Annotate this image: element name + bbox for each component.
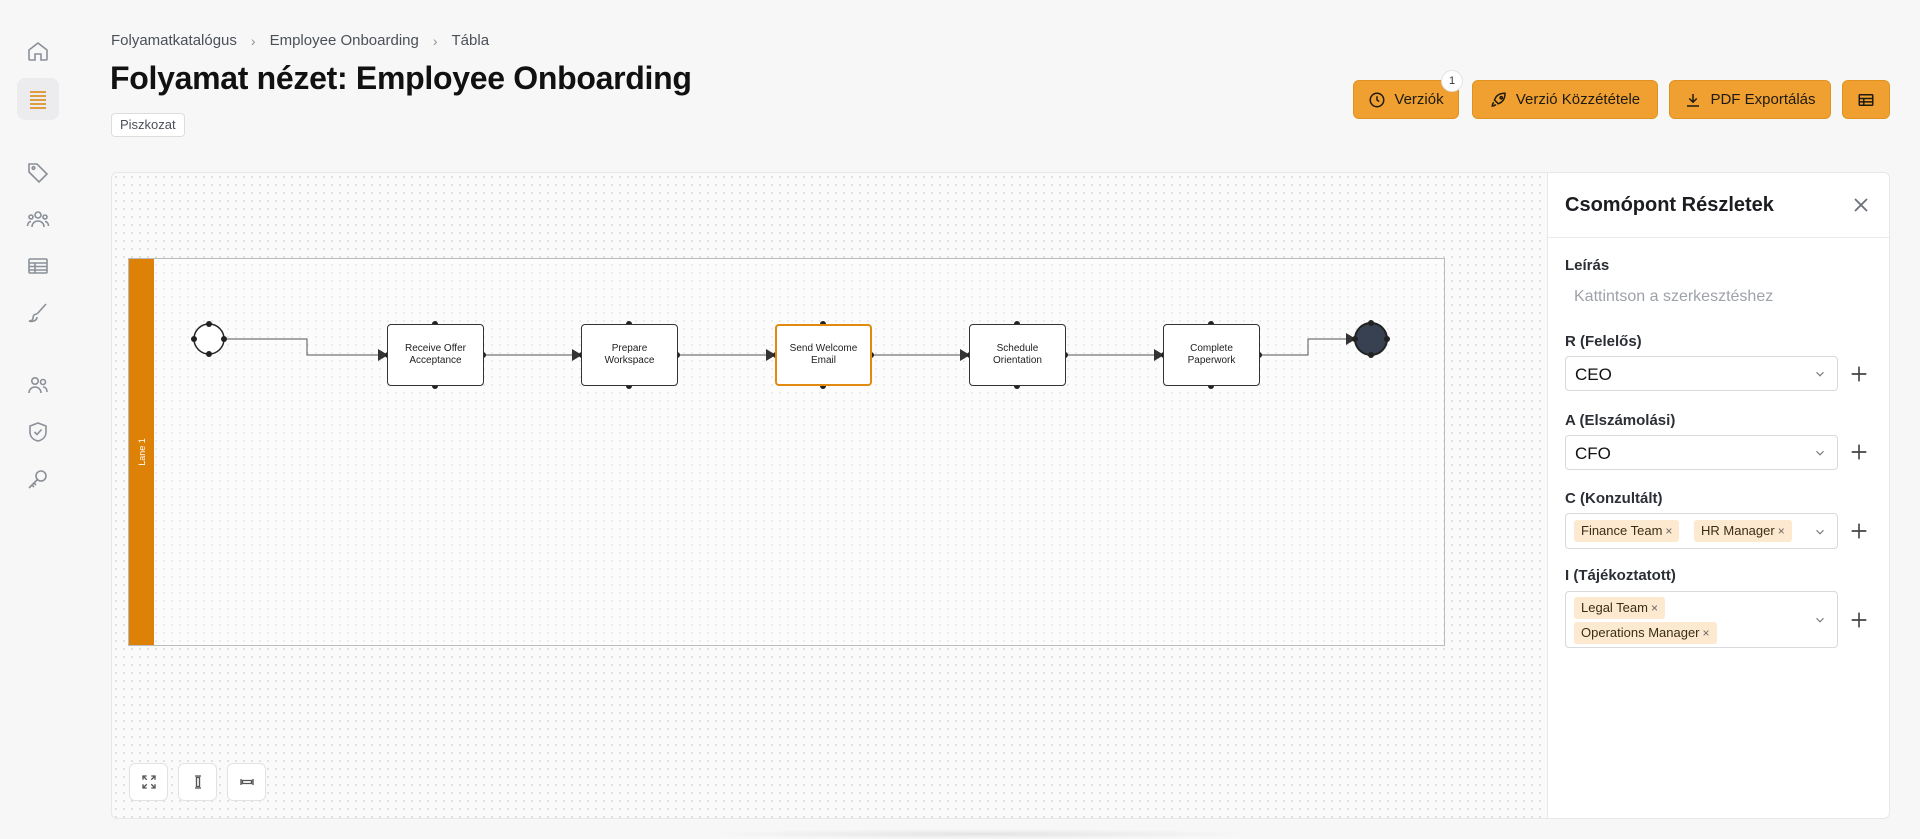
remove-tag-icon[interactable]: × [1651,601,1658,615]
page-title: Folyamat nézet: Employee Onboarding [110,60,692,96]
close-icon[interactable] [1849,193,1873,217]
export-label: PDF Exportálás [1710,91,1816,108]
task-node[interactable]: Receive Offer Acceptance [387,324,484,386]
sidebar [0,0,76,839]
shield-check-icon[interactable] [17,411,59,453]
chevron-right-icon: › [432,32,438,49]
plus-icon[interactable] [1848,520,1870,542]
publish-label: Verzió Közzététele [1515,91,1641,108]
consulted-select[interactable]: Finance Team × HR Manager × [1565,513,1838,549]
node-details-panel: Csomópont Részletek Leírás Kattintson a … [1547,172,1890,819]
remove-tag-icon[interactable]: × [1703,626,1710,640]
versions-button[interactable]: Verziók 1 [1353,70,1463,119]
breadcrumb-item-catalog[interactable]: Folyamatkatalógus [111,32,237,49]
description-label: Leírás [1565,257,1610,274]
chevron-down-icon [1816,529,1824,535]
chevron-down-icon [1816,617,1824,623]
fit-height-icon [194,775,201,789]
versions-count-badge: 1 [1441,70,1463,92]
table-view-icon [1858,93,1874,106]
accountable-select[interactable]: CFO [1565,435,1838,470]
tag-label: HR Manager [1701,523,1775,538]
fit-height-button[interactable] [178,763,217,801]
plus-icon[interactable] [1848,441,1870,463]
consulted-tag[interactable]: Finance Team × [1574,520,1680,542]
table-view-button[interactable] [1842,80,1890,119]
task-node[interactable]: Schedule Orientation [969,324,1066,386]
tag-icon[interactable] [17,151,59,193]
remove-tag-icon[interactable]: × [1665,524,1672,538]
consulted-label: C (Konzultált) [1565,490,1663,507]
fit-view-icon [141,775,156,789]
informed-label: I (Tájékoztatott) [1565,567,1676,584]
users-icon[interactable] [17,364,59,406]
responsible-label: R (Felelős) [1565,333,1642,350]
home-icon[interactable] [17,30,59,72]
responsible-value: CEO [1575,365,1612,384]
chevron-down-icon [1816,450,1824,456]
tag-label: Operations Manager [1581,625,1700,640]
publish-version-button[interactable]: Verzió Közzététele [1472,80,1658,119]
flow-connectors [191,320,1390,389]
responsible-select[interactable]: CEO [1565,356,1838,391]
clock-icon [1369,92,1385,107]
task-node[interactable]: Complete Paperwork [1163,324,1260,386]
table-icon[interactable] [17,245,59,287]
bottom-shadow [700,829,1260,839]
versions-label: Verziók [1394,91,1444,108]
process-canvas[interactable]: Lane 1 Receive Offer Acceptance Prepare … [111,172,1548,819]
list-icon[interactable] [17,78,59,120]
tag-label: Finance Team [1581,523,1663,538]
end-event[interactable] [1354,322,1388,356]
consulted-tag[interactable]: HR Manager × [1694,520,1792,542]
task-node[interactable]: Prepare Workspace [581,324,678,386]
chevron-down-icon [1816,371,1824,377]
remove-tag-icon[interactable]: × [1778,524,1785,538]
informed-tag[interactable]: Operations Manager × [1574,622,1717,644]
fit-width-button[interactable] [227,763,266,801]
informed-tag[interactable]: Legal Team × [1574,597,1665,619]
informed-select[interactable]: Legal Team × Operations Manager × [1565,591,1838,648]
fit-view-button[interactable] [129,763,168,801]
chevron-right-icon: › [250,32,256,49]
brush-icon[interactable] [17,292,59,334]
download-icon [1687,93,1700,107]
accountable-label: A (Elszámolási) [1565,412,1676,429]
plus-icon[interactable] [1848,363,1870,385]
team-icon[interactable] [17,198,59,240]
key-icon[interactable] [17,458,59,500]
tag-label: Legal Team [1581,600,1648,615]
breadcrumb-item-process[interactable]: Employee Onboarding [270,32,419,49]
fit-width-icon [239,779,254,785]
plus-icon[interactable] [1848,609,1870,631]
description-field[interactable]: Kattintson a szerkesztéshez [1574,288,1773,306]
pdf-export-button[interactable]: PDF Exportálás [1669,80,1831,119]
panel-header: Csomópont Részletek [1548,173,1889,238]
task-node-selected[interactable]: Send Welcome Email [775,324,872,386]
breadcrumb: Folyamatkatalógus › Employee Onboarding … [111,32,489,49]
start-event[interactable] [193,323,225,355]
rocket-icon [1491,91,1506,107]
breadcrumb-item-board[interactable]: Tábla [452,32,490,49]
status-badge: Piszkozat [111,113,185,137]
panel-title: Csomópont Részletek [1565,193,1774,216]
accountable-value: CFO [1575,444,1611,463]
